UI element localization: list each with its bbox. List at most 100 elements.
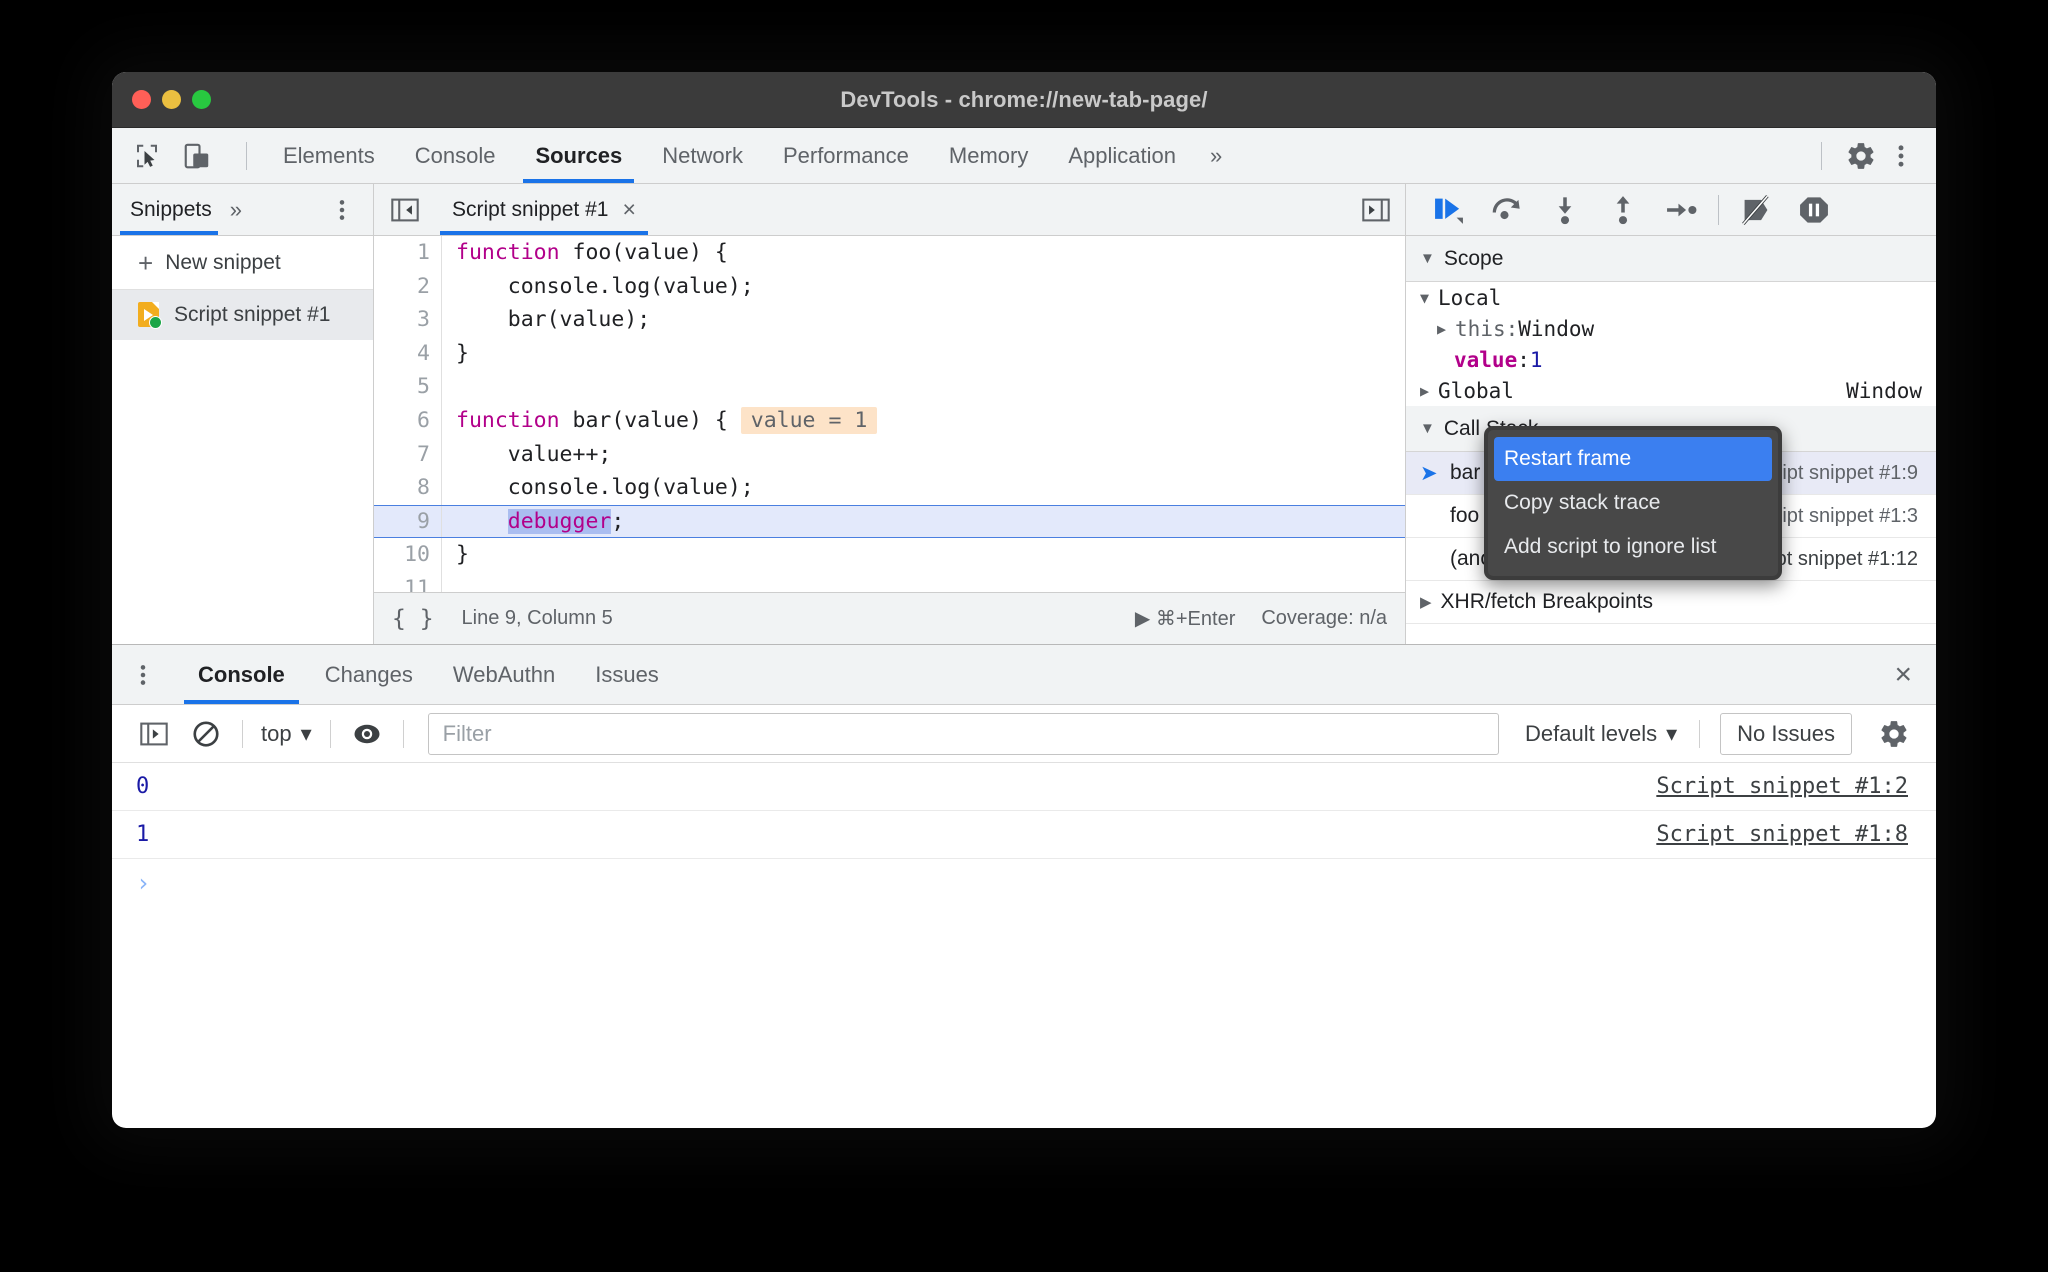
menu-item-copy-stack-trace[interactable]: Copy stack trace xyxy=(1488,481,1778,525)
line-number: 1 xyxy=(374,236,442,270)
maximize-window-button[interactable] xyxy=(192,90,211,109)
toolbar-divider xyxy=(1699,719,1701,748)
line-content xyxy=(442,370,456,404)
console-messages: 0 Script snippet #1:2 1 Script snippet #… xyxy=(112,763,1936,988)
run-snippet-button[interactable]: ▶ ⌘+Enter xyxy=(1135,606,1235,631)
drawer-tab-console[interactable]: Console xyxy=(178,645,305,704)
console-toolbar: top ▾ Filter Default levels ▾ No Issues xyxy=(112,705,1936,763)
scope-group-global[interactable]: ▶ Global Window xyxy=(1406,375,1936,406)
close-drawer-icon[interactable]: × xyxy=(1894,659,1936,690)
menu-item-restart-frame[interactable]: Restart frame xyxy=(1494,437,1772,481)
resume-icon[interactable] xyxy=(1420,188,1478,232)
debugger-toolbar-divider xyxy=(1718,194,1719,225)
drawer-tab-issues[interactable]: Issues xyxy=(575,645,679,704)
devtools-main-toolbar: Elements Console Sources Network Perform… xyxy=(112,128,1936,184)
drawer-tab-webauthn[interactable]: WebAuthn xyxy=(433,645,575,704)
new-snippet-label: New snippet xyxy=(165,250,281,274)
log-levels-selector[interactable]: Default levels ▾ xyxy=(1513,721,1689,747)
step-icon[interactable] xyxy=(1652,188,1710,232)
code-editor[interactable]: 1 function foo(value) { 2 console.log(va… xyxy=(374,236,1405,592)
console-message-value: 0 xyxy=(136,774,150,799)
console-message-source-link[interactable]: Script snippet #1:2 xyxy=(1656,774,1936,799)
chevron-right-icon[interactable]: ▶ xyxy=(1437,320,1446,338)
tab-snippets[interactable]: Snippets xyxy=(112,184,226,235)
code-line: 8 console.log(value); xyxy=(374,471,1405,505)
tab-elements[interactable]: Elements xyxy=(263,128,395,183)
line-number: 7 xyxy=(374,437,442,472)
step-over-icon[interactable] xyxy=(1478,188,1536,232)
window-titlebar: DevTools - chrome://new-tab-page/ xyxy=(112,72,1936,128)
step-out-icon[interactable] xyxy=(1594,188,1652,232)
deactivate-breakpoints-icon[interactable] xyxy=(1727,188,1785,232)
scope-group-local[interactable]: ▼ Local xyxy=(1406,282,1936,313)
more-panels-chevron-icon[interactable]: » xyxy=(1196,128,1236,183)
console-message-source-link[interactable]: Script snippet #1:8 xyxy=(1656,822,1936,847)
xhr-fetch-breakpoints-header[interactable]: ▶ XHR/fetch Breakpoints xyxy=(1406,581,1936,624)
chevron-right-icon: ▶ xyxy=(1420,381,1430,400)
list-item-script-snippet-1[interactable]: Script snippet #1 xyxy=(112,290,373,340)
navigator-kebab-menu-icon[interactable] xyxy=(329,197,373,223)
code-line: 6 function bar(value) { value = 1 xyxy=(374,403,1405,438)
toolbar-right-icons xyxy=(1805,128,1936,183)
chevron-down-icon: ▾ xyxy=(300,720,312,746)
cursor-position-label: Line 9, Column 5 xyxy=(461,607,613,629)
property-separator: : xyxy=(1505,316,1519,341)
gear-icon[interactable] xyxy=(1844,139,1878,173)
console-sidebar-icon[interactable] xyxy=(128,712,180,756)
tab-sources[interactable]: Sources xyxy=(515,128,642,183)
tab-application[interactable]: Application xyxy=(1048,128,1196,183)
show-debugger-icon[interactable] xyxy=(1361,184,1405,235)
line-content: function foo(value) { xyxy=(456,240,728,265)
close-window-button[interactable] xyxy=(132,90,151,109)
tab-performance[interactable]: Performance xyxy=(763,128,929,183)
frame-name: bar xyxy=(1450,461,1481,484)
console-settings-gear-icon[interactable] xyxy=(1868,712,1920,756)
issues-button[interactable]: No Issues xyxy=(1720,712,1852,755)
drawer-kebab-menu-icon[interactable] xyxy=(112,662,178,688)
scope-property-value[interactable]: value : 1 xyxy=(1406,344,1936,375)
line-content: value++; xyxy=(456,441,612,467)
console-message-row: 1 Script snippet #1:8 xyxy=(112,811,1936,859)
new-snippet-button[interactable]: + New snippet xyxy=(112,236,373,290)
show-navigator-icon[interactable] xyxy=(374,184,434,235)
tab-network[interactable]: Network xyxy=(642,128,763,183)
clear-console-icon[interactable] xyxy=(180,712,232,756)
line-number: 8 xyxy=(374,471,442,505)
context-menu: Restart frame Copy stack trace Add scrip… xyxy=(1484,426,1782,580)
kebab-menu-icon[interactable] xyxy=(1884,139,1918,173)
tab-memory[interactable]: Memory xyxy=(929,128,1048,183)
toolbar-divider xyxy=(329,719,331,748)
line-number: 10 xyxy=(374,538,442,572)
minimize-window-button[interactable] xyxy=(162,90,181,109)
navigator-more-chevron-icon[interactable]: » xyxy=(226,197,246,223)
tab-console[interactable]: Console xyxy=(395,128,516,183)
line-content: console.log(value); xyxy=(456,273,754,299)
play-triangle-icon: ▶ xyxy=(1134,608,1151,630)
code-line: 4 } xyxy=(374,336,1405,371)
code-line: 11 xyxy=(374,571,1405,592)
property-value: 1 xyxy=(1529,347,1543,372)
filter-placeholder: Filter xyxy=(442,720,492,746)
step-into-icon[interactable] xyxy=(1536,188,1594,232)
debugger-toolbar xyxy=(1406,184,1936,236)
device-toolbar-icon[interactable] xyxy=(180,139,214,173)
editor-status-bar: { } Line 9, Column 5 ▶ ⌘+Enter Coverage:… xyxy=(374,592,1405,644)
menu-item-add-script-to-ignore-list[interactable]: Add script to ignore list xyxy=(1488,525,1778,569)
console-filter-input[interactable]: Filter xyxy=(427,712,1500,755)
close-icon[interactable]: × xyxy=(622,198,635,221)
pause-on-exceptions-icon[interactable] xyxy=(1785,188,1843,232)
inspect-element-icon[interactable] xyxy=(130,139,164,173)
prompt-caret-icon: › xyxy=(136,869,151,897)
pretty-print-icon[interactable]: { } xyxy=(392,606,462,632)
live-expression-icon[interactable] xyxy=(341,712,393,756)
frame-name: foo xyxy=(1450,504,1480,527)
console-prompt[interactable]: › xyxy=(112,859,1936,907)
coverage-label: Coverage: n/a xyxy=(1261,607,1387,629)
drawer-tab-changes[interactable]: Changes xyxy=(305,645,433,704)
scope-property-this[interactable]: ▶ this : Window xyxy=(1406,313,1936,344)
editor-tab-script-snippet-1[interactable]: Script snippet #1 × xyxy=(434,184,654,235)
execution-context-selector[interactable]: top ▾ xyxy=(253,721,320,747)
scope-title: Scope xyxy=(1443,246,1504,270)
window-controls[interactable] xyxy=(112,90,211,109)
scope-section-header[interactable]: ▼ Scope xyxy=(1406,236,1936,282)
